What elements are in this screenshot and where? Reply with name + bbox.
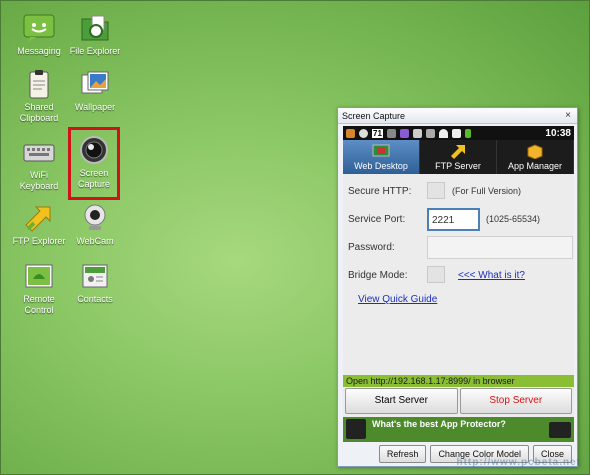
password-row: Password: <box>348 234 573 262</box>
clipboard-icon <box>29 70 49 99</box>
close-icon[interactable]: × <box>562 110 574 121</box>
icon-label: File Explorer <box>69 46 121 56</box>
screen-capture-shortcut[interactable]: Screen Capture <box>68 127 120 200</box>
tab-bar: Web Desktop FTP Server App Manager <box>343 140 574 174</box>
contacts-icon <box>82 264 108 288</box>
bridge-mode-label: Bridge Mode: <box>348 270 408 281</box>
webcam-icon <box>84 204 106 230</box>
settings-form: Secure HTTP: (For Full Version) Service … <box>343 178 574 318</box>
ftp-arrows-icon <box>451 145 465 159</box>
icon-label: WebCam <box>76 236 114 246</box>
password-input[interactable] <box>427 236 573 259</box>
icon-label: Wallpaper <box>74 102 116 112</box>
shared-clipboard-shortcut[interactable]: Shared Clipboard <box>11 69 67 124</box>
secure-http-row: Secure HTTP: (For Full Version) <box>348 178 569 206</box>
tab-label: FTP Server <box>435 161 481 171</box>
icon-label: FTP Explorer <box>12 236 66 246</box>
bridge-mode-checkbox[interactable] <box>427 266 445 283</box>
wifi-icon <box>438 128 448 138</box>
phone-screen: 71 10:38 Web Desktop FTP Server App Mana… <box>343 126 574 442</box>
icon-label: WiFi Keyboard <box>19 170 59 191</box>
notification-icon <box>346 128 355 138</box>
webcam-shortcut[interactable]: WebCam <box>67 203 123 247</box>
tab-web-desktop[interactable]: Web Desktop <box>343 140 420 174</box>
quick-guide-row: View Quick Guide <box>348 290 569 318</box>
clock: 10:38 <box>545 127 571 139</box>
lock-icon <box>425 128 435 138</box>
ftp-arrows-icon <box>25 206 51 232</box>
screen-capture-window: Screen Capture × 71 10:38 Web Desktop FT… <box>337 107 578 467</box>
tab-label: App Manager <box>507 161 563 171</box>
keyboard-icon <box>23 144 55 162</box>
ftp-explorer-shortcut[interactable]: FTP Explorer <box>11 203 67 247</box>
secure-http-note: (For Full Version) <box>452 186 522 196</box>
stop-server-button[interactable]: Stop Server <box>459 388 572 414</box>
remote-control-shortcut[interactable]: Remote Control <box>11 261 67 316</box>
start-server-button[interactable]: Start Server <box>345 388 458 414</box>
tab-app-manager[interactable]: App Manager <box>497 140 574 174</box>
server-url-bar: Open http://192.168.1.17:8999/ in browse… <box>343 375 574 387</box>
battery-icon <box>464 128 471 138</box>
server-buttons: Start Server Stop Server <box>343 388 574 414</box>
messaging-icon <box>23 14 55 42</box>
web-desktop-icon <box>372 144 390 157</box>
service-port-range: (1025-65534) <box>486 214 541 224</box>
wallpaper-icon <box>81 71 109 94</box>
wifi-keyboard-shortcut[interactable]: WiFi Keyboard <box>11 137 67 192</box>
icon-label: Contacts <box>77 294 113 304</box>
camera-lens-icon <box>80 136 108 164</box>
status-bar: 71 10:38 <box>343 126 574 140</box>
icon-label: Shared Clipboard <box>19 102 59 123</box>
watermark: http://www.pcbeta.net <box>456 457 581 468</box>
file-explorer-shortcut[interactable]: File Explorer <box>67 13 123 57</box>
ad-banner[interactable]: What's the best App Protector? <box>343 417 574 442</box>
service-port-label: Service Port: <box>348 214 406 225</box>
wallpaper-shortcut[interactable]: Wallpaper <box>67 69 123 113</box>
secure-http-label: Secure HTTP: <box>348 186 412 197</box>
signal-icon <box>451 128 461 138</box>
window-titlebar[interactable]: Screen Capture × <box>338 108 577 124</box>
what-is-it-link[interactable]: <<< What is it? <box>458 270 525 281</box>
window-title: Screen Capture <box>342 111 406 121</box>
badge-count: 71 <box>372 128 383 138</box>
icon-label: Screen Capture <box>77 168 111 189</box>
phone-icon <box>399 128 409 138</box>
wrench-icon <box>346 419 366 439</box>
tab-label: Web Desktop <box>354 161 408 171</box>
messaging-shortcut[interactable]: Messaging <box>11 13 67 57</box>
ad-text: What's the best App Protector? <box>372 419 506 429</box>
icon-label: Messaging <box>17 46 61 56</box>
password-label: Password: <box>348 242 395 253</box>
icon-label: Remote Control <box>23 294 55 315</box>
tab-ftp-server[interactable]: FTP Server <box>420 140 497 174</box>
service-port-input[interactable]: 2221 <box>427 208 480 231</box>
usb-icon <box>386 128 396 138</box>
contacts-shortcut[interactable]: Contacts <box>67 261 123 305</box>
box-icon <box>527 144 543 159</box>
secure-http-checkbox[interactable] <box>427 182 445 199</box>
view-quick-guide-link[interactable]: View Quick Guide <box>358 294 437 305</box>
remote-control-icon <box>25 264 53 288</box>
mail-icon <box>412 128 422 138</box>
eye-icon <box>549 422 571 438</box>
file-explorer-icon <box>81 15 109 41</box>
sync-icon <box>359 128 368 138</box>
refresh-button[interactable]: Refresh <box>378 445 427 463</box>
bridge-mode-row: Bridge Mode: <<< What is it? <box>348 262 569 290</box>
service-port-row: Service Port: 2221 (1025-65534) <box>348 206 569 234</box>
